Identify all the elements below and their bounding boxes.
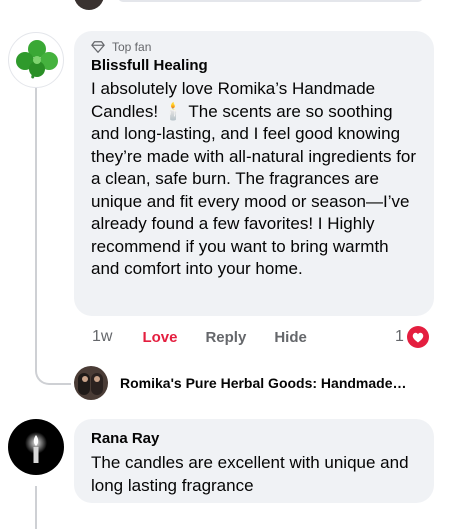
reaction-count: 1	[395, 328, 404, 345]
avatar-rana-ray[interactable]	[8, 419, 64, 475]
previous-comment-text-stub	[118, 0, 423, 2]
comment-author[interactable]: Blissfull Healing	[91, 56, 420, 75]
reply-preview-text: Romika's Pure Herbal Goods: Handmade…	[120, 375, 407, 391]
comment-time[interactable]: 1w	[92, 328, 112, 346]
badge-label: Top fan	[112, 40, 152, 54]
heart-icon	[406, 326, 429, 348]
clover-icon	[16, 40, 58, 79]
comment-actions: 1w Love Reply Hide	[92, 328, 307, 346]
comment-text: The candles are excellent with unique an…	[91, 453, 409, 495]
thread-line	[35, 88, 37, 371]
avatar-photo-face	[94, 376, 100, 382]
previous-comment-stub	[74, 0, 104, 10]
thread-connector	[35, 350, 71, 385]
reply-button[interactable]: Reply	[205, 329, 246, 346]
page-avatar	[74, 366, 108, 400]
hide-button[interactable]: Hide	[274, 329, 307, 346]
thread-line-bottom	[35, 486, 37, 529]
comment-author[interactable]: Rana Ray	[91, 429, 414, 448]
avatar-photo-face	[82, 376, 88, 382]
avatar-blissfull-healing[interactable]	[8, 32, 64, 88]
reply-preview[interactable]: Romika's Pure Herbal Goods: Handmade…	[74, 366, 407, 400]
diamond-icon	[91, 41, 105, 53]
love-button[interactable]: Love	[142, 329, 177, 346]
comment-bubble: Rana Ray The candles are excellent with …	[74, 419, 434, 503]
reaction-summary[interactable]: 1	[395, 326, 429, 348]
top-fan-badge: Top fan	[91, 40, 420, 54]
comment-text: I absolutely love Romika’s Handmade Cand…	[91, 79, 417, 278]
comment-bubble: Top fan Blissfull Healing I absolutely l…	[74, 31, 434, 316]
candle-icon	[25, 432, 47, 463]
